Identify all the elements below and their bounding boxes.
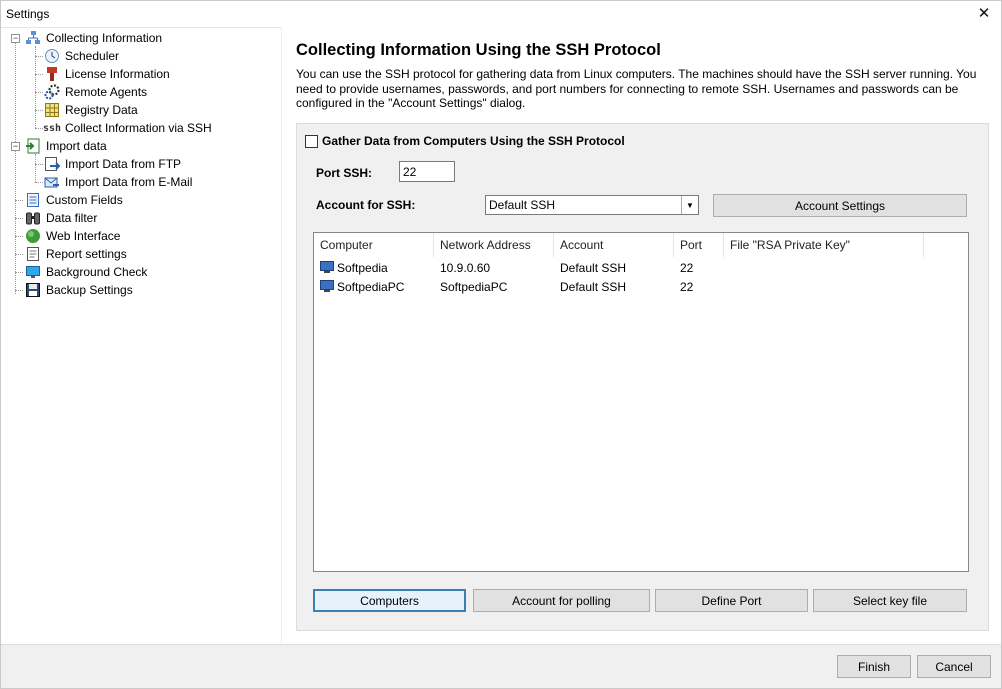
dialog-footer: Finish Cancel [1, 644, 1001, 688]
table-row[interactable]: Softpedia 10.9.0.60 Default SSH 22 [314, 258, 924, 277]
column-header-computer[interactable]: Computer [314, 233, 434, 257]
binoculars-icon [25, 210, 41, 226]
tree-item-license-information[interactable]: License Information [44, 65, 172, 83]
page-title: Collecting Information Using the SSH Pro… [296, 41, 661, 59]
account-ssh-select[interactable]: Default SSH ▼ [485, 195, 699, 215]
ssh-settings-page: Collecting Information Using the SSH Pro… [282, 27, 1001, 644]
grid-icon [44, 102, 60, 118]
cell-port: 22 [680, 279, 694, 294]
column-header-key-file[interactable]: File "RSA Private Key" [724, 233, 924, 257]
tree-item-background-check[interactable]: Background Check [25, 263, 149, 281]
gears-icon [44, 84, 60, 100]
finish-button[interactable]: Finish [837, 655, 911, 678]
ssh-icon: ssh [42, 122, 62, 134]
cell-port: 22 [680, 260, 694, 275]
tree-item-label: Data filter [46, 211, 98, 225]
tree-item-label: Import data [46, 139, 107, 153]
cell-address: 10.9.0.60 [440, 260, 491, 275]
title-bar: Settings ✕ [1, 1, 1001, 27]
settings-window: Settings ✕ − − Collecting Information Sc… [0, 0, 1002, 689]
tree-item-collecting-information[interactable]: Collecting Information [25, 29, 164, 47]
tree-item-label: Web Interface [46, 229, 121, 243]
account-ssh-selected: Default SSH [489, 198, 556, 212]
cancel-button[interactable]: Cancel [917, 655, 991, 678]
floppy-icon [25, 282, 41, 298]
tree-item-remote-agents[interactable]: Remote Agents [44, 83, 149, 101]
column-header-network-address[interactable]: Network Address [434, 233, 554, 257]
cell-computer: Softpedia [314, 261, 434, 275]
tree-item-report-settings[interactable]: Report settings [25, 245, 129, 263]
tree-item-label: Background Check [46, 265, 148, 279]
tree-line [35, 154, 36, 182]
select-key-file-button[interactable]: Select key file [813, 589, 967, 612]
report-icon [25, 246, 41, 262]
ssh-options-panel: Gather Data from Computers Using the SSH… [296, 123, 989, 631]
port-ssh-label: Port SSH: [316, 166, 373, 180]
cell-account: Default SSH [560, 260, 627, 275]
collapse-icon[interactable]: − [11, 142, 20, 151]
list-icon [25, 192, 41, 208]
column-header-account[interactable]: Account [554, 233, 674, 257]
tree-item-label: Registry Data [65, 103, 138, 117]
tree-item-collect-via-ssh[interactable]: ssh Collect Information via SSH [42, 119, 214, 137]
computer-icon [320, 280, 334, 292]
tree-item-registry-data[interactable]: Registry Data [44, 101, 140, 119]
email-import-icon [44, 174, 60, 190]
clock-icon [44, 48, 60, 64]
column-header-port[interactable]: Port [674, 233, 724, 257]
tree-item-import-ftp[interactable]: Import Data from FTP [44, 155, 183, 173]
monitor-icon [25, 264, 41, 280]
chevron-down-icon[interactable]: ▼ [681, 196, 698, 214]
tree-item-import-email[interactable]: Import Data from E-Mail [44, 173, 194, 191]
tree-item-label: Collecting Information [46, 31, 163, 45]
import-icon [25, 138, 41, 154]
computers-button[interactable]: Computers [313, 589, 466, 612]
cell-computer: SoftpediaPC [314, 280, 434, 294]
tree-item-data-filter[interactable]: Data filter [25, 209, 99, 227]
close-icon[interactable]: ✕ [967, 1, 1001, 27]
tree-item-label: Collect Information via SSH [65, 121, 212, 135]
tree-item-label: Remote Agents [65, 85, 148, 99]
license-icon [44, 66, 60, 82]
tree-item-label: Report settings [46, 247, 127, 261]
tree-item-backup-settings[interactable]: Backup Settings [25, 281, 135, 299]
computers-list[interactable]: Computer Network Address Account Port Fi… [313, 232, 969, 572]
tree-line [35, 46, 36, 128]
table-row[interactable]: SoftpediaPC SoftpediaPC Default SSH 22 [314, 277, 924, 296]
account-for-polling-button[interactable]: Account for polling [473, 589, 650, 612]
tree-line [15, 42, 16, 294]
define-port-button[interactable]: Define Port [655, 589, 808, 612]
port-ssh-input[interactable] [399, 161, 455, 182]
network-icon [25, 30, 41, 46]
globe-icon [25, 228, 41, 244]
account-ssh-label: Account for SSH: [316, 198, 416, 212]
gather-ssh-label: Gather Data from Computers Using the SSH… [322, 134, 625, 148]
cell-account: Default SSH [560, 279, 627, 294]
tree-item-label: Backup Settings [46, 283, 133, 297]
tree-item-label: Custom Fields [46, 193, 123, 207]
page-description: You can use the SSH protocol for gatheri… [296, 67, 977, 110]
tree-item-label: Import Data from FTP [65, 157, 182, 171]
tree-item-scheduler[interactable]: Scheduler [44, 47, 121, 65]
account-settings-button[interactable]: Account Settings [713, 194, 967, 217]
tree-item-web-interface[interactable]: Web Interface [25, 227, 122, 245]
ftp-icon [44, 156, 60, 172]
cell-address: SoftpediaPC [440, 279, 508, 294]
window-title: Settings [6, 7, 50, 21]
settings-tree: − − Collecting Information Scheduler Lic… [1, 27, 281, 644]
tree-item-label: Import Data from E-Mail [65, 175, 193, 189]
tree-item-label: License Information [65, 67, 170, 81]
tree-item-label: Scheduler [65, 49, 120, 63]
gather-ssh-checkbox-row[interactable]: Gather Data from Computers Using the SSH… [305, 134, 625, 148]
computer-icon [320, 261, 334, 273]
list-header: Computer Network Address Account Port Fi… [314, 233, 968, 257]
collapse-icon[interactable]: − [11, 34, 20, 43]
tree-item-custom-fields[interactable]: Custom Fields [25, 191, 125, 209]
tree-item-import-data[interactable]: Import data [25, 137, 109, 155]
gather-ssh-checkbox[interactable] [305, 134, 318, 148]
